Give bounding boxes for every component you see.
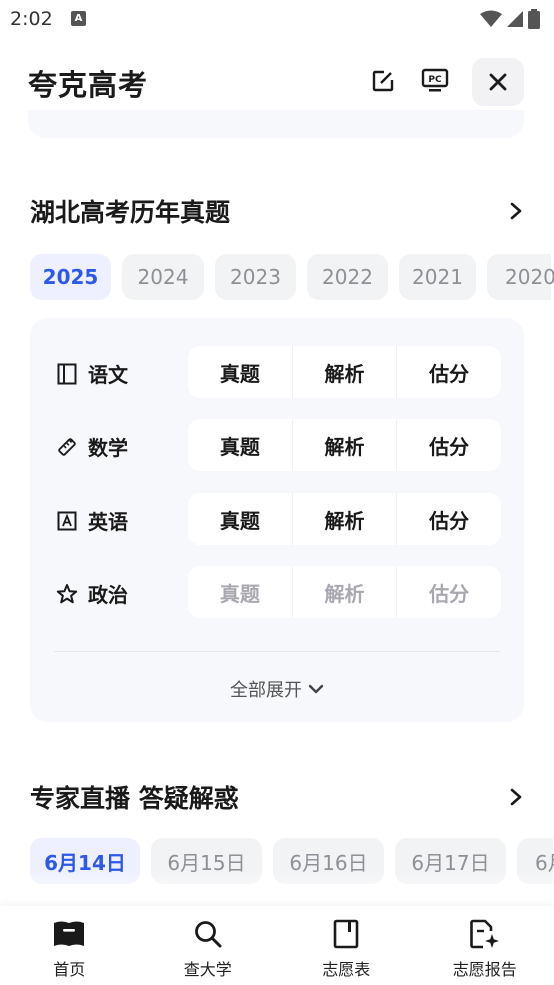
analysis-button[interactable]: 解析 bbox=[293, 566, 398, 618]
edit-icon[interactable] bbox=[368, 66, 398, 96]
nav-label: 首页 bbox=[53, 960, 86, 979]
star-icon bbox=[56, 583, 78, 605]
home-book-icon bbox=[52, 918, 86, 950]
analysis-button[interactable]: 解析 bbox=[293, 419, 398, 471]
score-estimate-button[interactable]: 估分 bbox=[397, 419, 501, 471]
scroll-fade bbox=[0, 870, 554, 906]
subject-label: 英语 bbox=[56, 506, 128, 535]
status-time: 2:02 bbox=[10, 8, 53, 30]
score-estimate-button[interactable]: 估分 bbox=[397, 346, 501, 398]
subject-name: 语文 bbox=[88, 363, 128, 387]
year-tab-2025[interactable]: 2025 bbox=[30, 254, 111, 300]
subject-name: 政治 bbox=[88, 583, 128, 607]
close-button[interactable] bbox=[472, 58, 524, 106]
exam-card: 语文 真题 解析 估分 数学 真题 解析 估分 英语 真题 解析 估分 政治 真… bbox=[30, 318, 524, 722]
svg-text:PC: PC bbox=[428, 75, 442, 85]
nav-search-university[interactable]: 查大学 bbox=[139, 906, 278, 985]
subject-label: 语文 bbox=[56, 359, 128, 388]
live-section-title: 专家直播 答疑解惑 bbox=[30, 784, 239, 813]
analysis-button[interactable]: 解析 bbox=[293, 346, 398, 398]
form-icon bbox=[329, 918, 363, 950]
year-tabs: 2025 2024 2023 2022 2021 2020 bbox=[30, 254, 554, 300]
score-estimate-button[interactable]: 估分 bbox=[397, 566, 501, 618]
exam-section-title: 湖北高考历年真题 bbox=[30, 198, 231, 227]
ruler-icon bbox=[56, 436, 78, 458]
analysis-button[interactable]: 解析 bbox=[293, 493, 398, 545]
signal-icon bbox=[507, 11, 523, 27]
nav-application-report[interactable]: 志愿报告 bbox=[416, 906, 554, 985]
year-tab-2024[interactable]: 2024 bbox=[122, 254, 204, 300]
year-tab-2023[interactable]: 2023 bbox=[215, 254, 296, 300]
divider bbox=[54, 651, 500, 652]
battery-icon bbox=[528, 9, 540, 29]
subject-label: 政治 bbox=[56, 579, 128, 608]
exam-section-arrow-icon[interactable] bbox=[506, 201, 526, 221]
subject-row-politics: 政治 真题 解析 估分 bbox=[30, 566, 524, 620]
real-exam-button[interactable]: 真题 bbox=[188, 346, 293, 398]
page-title: 夸克高考 bbox=[28, 68, 149, 102]
book-icon bbox=[56, 363, 78, 385]
year-tab-2022[interactable]: 2022 bbox=[307, 254, 388, 300]
status-bar: 2:02 A bbox=[0, 0, 554, 38]
subject-label: 数学 bbox=[56, 432, 128, 461]
real-exam-button[interactable]: 真题 bbox=[188, 566, 293, 618]
wifi-icon bbox=[480, 10, 502, 27]
year-tab-2021[interactable]: 2021 bbox=[399, 254, 476, 300]
letter-a-icon bbox=[56, 510, 78, 532]
subject-name: 英语 bbox=[88, 510, 128, 534]
subject-row-english: 英语 真题 解析 估分 bbox=[30, 493, 524, 547]
header: 夸克高考 PC bbox=[0, 56, 554, 108]
search-icon bbox=[191, 918, 225, 950]
status-indicators bbox=[480, 9, 540, 29]
previous-card-edge bbox=[28, 110, 524, 138]
nav-home[interactable]: 首页 bbox=[0, 906, 139, 985]
nav-label: 志愿报告 bbox=[452, 960, 517, 979]
real-exam-button[interactable]: 真题 bbox=[188, 493, 293, 545]
close-icon bbox=[489, 73, 507, 91]
report-icon bbox=[468, 918, 502, 950]
subject-actions: 真题 解析 估分 bbox=[188, 566, 501, 618]
nav-label: 志愿表 bbox=[322, 960, 371, 979]
nav-label: 查大学 bbox=[183, 960, 232, 979]
notification-icon: A bbox=[71, 11, 86, 26]
subject-actions: 真题 解析 估分 bbox=[188, 346, 501, 398]
subject-actions: 真题 解析 估分 bbox=[188, 493, 501, 545]
score-estimate-button[interactable]: 估分 bbox=[397, 493, 501, 545]
subject-actions: 真题 解析 估分 bbox=[188, 419, 501, 471]
expand-all-button[interactable]: 全部展开 bbox=[30, 676, 524, 702]
chevron-down-icon bbox=[308, 684, 324, 694]
subject-row-chinese: 语文 真题 解析 估分 bbox=[30, 346, 524, 400]
real-exam-button[interactable]: 真题 bbox=[188, 419, 293, 471]
nav-application-form[interactable]: 志愿表 bbox=[277, 906, 416, 985]
subject-row-math: 数学 真题 解析 估分 bbox=[30, 419, 524, 473]
live-section-arrow-icon[interactable] bbox=[506, 787, 526, 807]
pc-icon[interactable]: PC bbox=[420, 66, 450, 96]
bottom-nav: 首页 查大学 志愿表 志愿报告 bbox=[0, 906, 554, 985]
subject-name: 数学 bbox=[88, 436, 128, 460]
expand-all-label: 全部展开 bbox=[230, 680, 302, 701]
year-tab-2020[interactable]: 2020 bbox=[487, 254, 554, 300]
